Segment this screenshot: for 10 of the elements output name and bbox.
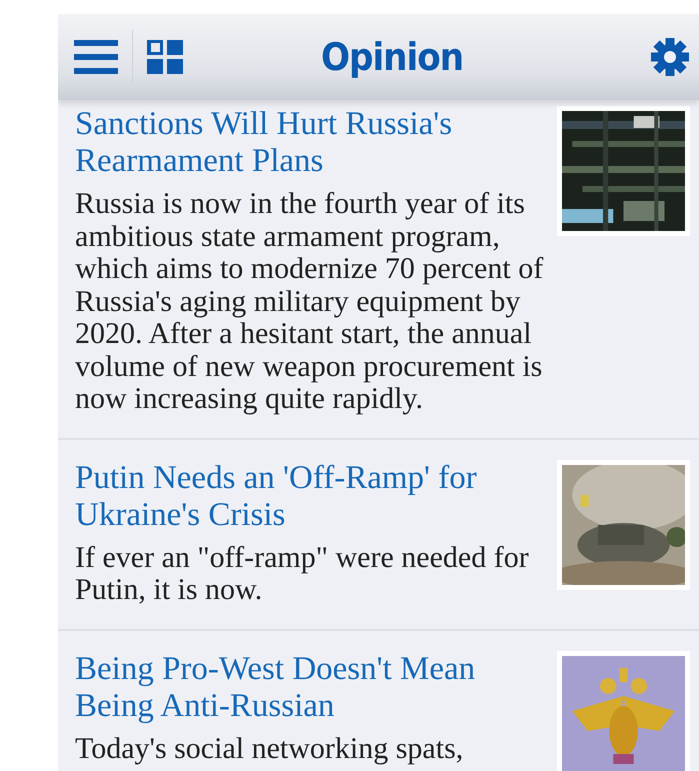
page-title: Opinion — [320, 35, 464, 79]
article-summary: Russia is now in the fourth year of its ambitious state armament program, which aims to modernize 70 percent of Russia's aging military equipment by 2020. After a hesitant start, the annual volume of new weapon procurement is now increasing quite rapidly. — [75, 188, 544, 416]
headline[interactable]: Sanctions Will Hurt Russia's Rearmament Plans — [75, 106, 545, 180]
article-summary: Today's social networking spats, — [75, 732, 464, 765]
article-summary: If ever an "off-ramp" were needed for Putin, it is now. — [75, 542, 530, 606]
headline[interactable]: Being Pro-West Doesn't Mean Being Anti-Russian — [75, 650, 545, 724]
headline[interactable]: Putin Needs an 'Off-Ramp' for Ukraine's Crisis — [75, 460, 545, 534]
grid-icon[interactable] — [147, 40, 183, 74]
settings-icon[interactable] — [651, 38, 689, 76]
menu-icon[interactable] — [74, 40, 118, 74]
